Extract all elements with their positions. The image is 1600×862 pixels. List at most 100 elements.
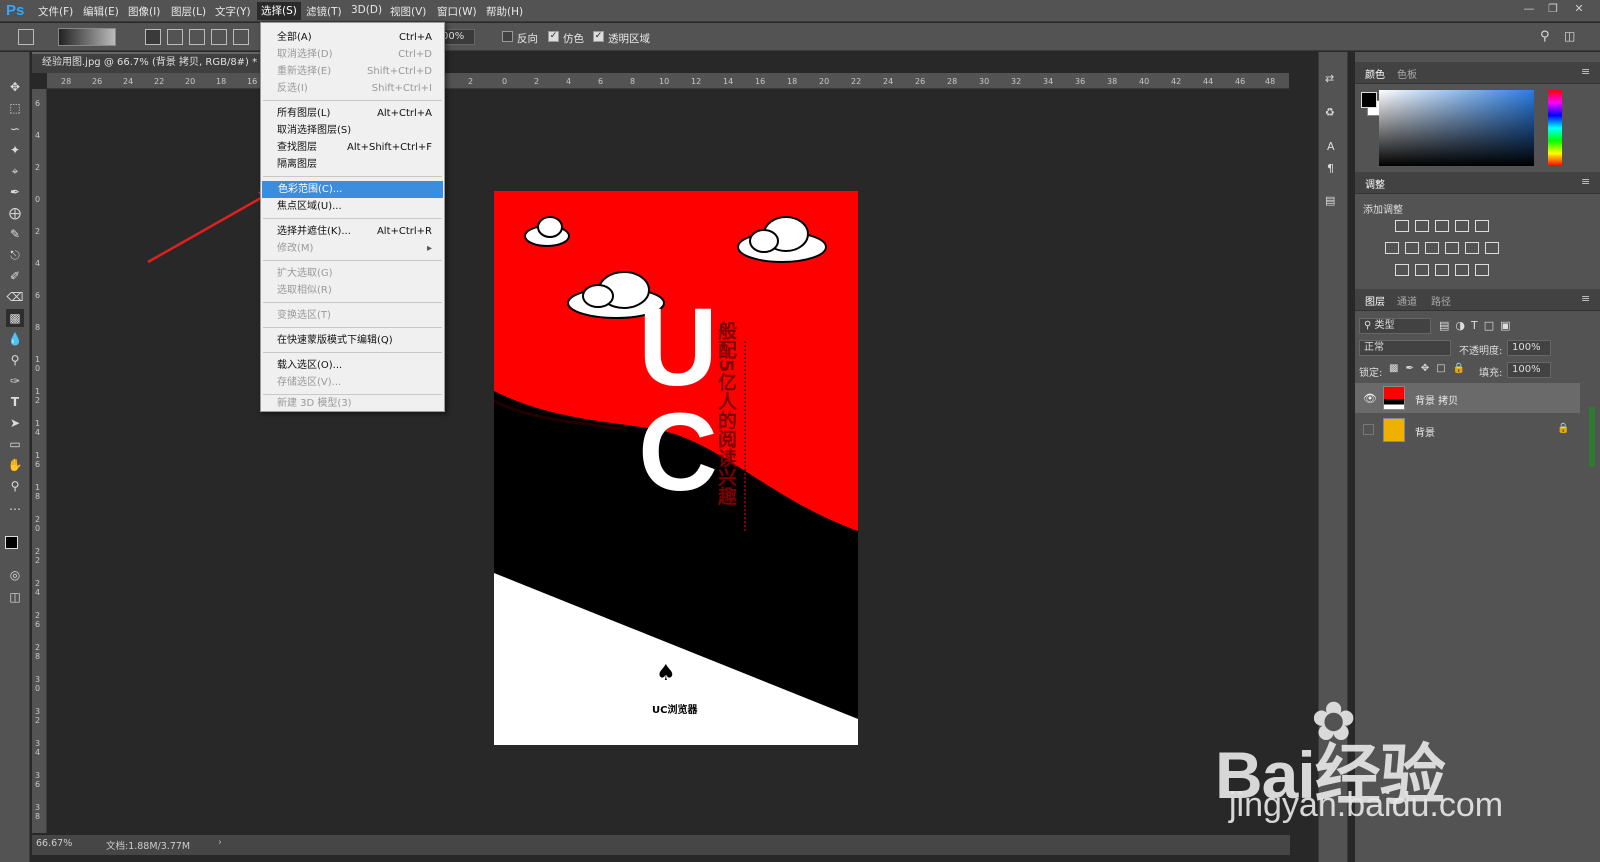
type-tool-icon[interactable]: T [6,393,24,411]
character-icon[interactable]: A [1327,140,1335,153]
blur-tool-icon[interactable]: 💧 [6,330,24,348]
selective-color-icon[interactable] [1455,264,1469,276]
restore-icon[interactable]: ❐ [1544,2,1562,18]
document-tab[interactable]: 经验用图.jpg @ 66.7% (背景 拷贝, RGB/8#) * × [32,52,275,73]
menu-filter[interactable]: 滤镜(T) [306,4,342,19]
menu-help[interactable]: 帮助(H) [486,4,523,19]
menu-item-transform-selection[interactable]: 变换选区(T) [261,307,444,324]
tab-paths[interactable]: 路径 [1431,293,1451,308]
menu-item-modify[interactable]: 修改(M) ▸ [261,240,444,257]
threshold-icon[interactable] [1435,264,1449,276]
gradient-map-icon[interactable] [1475,264,1489,276]
menu-item-select-and-mask[interactable]: 选择并遮住(K)... Alt+Ctrl+R [261,223,444,240]
menu-select[interactable]: 选择(S) [257,2,301,20]
brightness-icon[interactable] [1395,220,1409,232]
menu-item-save-selection[interactable]: 存储选区(V)... [261,374,444,391]
tab-swatches[interactable]: 色板 [1397,66,1417,81]
properties-icon[interactable]: ♻ [1325,106,1335,119]
photo-filter-icon[interactable] [1445,242,1459,254]
tab-layers[interactable]: 图层 [1365,293,1385,308]
gradient-picker[interactable] [58,28,116,46]
menu-item-quick-mask[interactable]: 在快速蒙版模式下编辑(Q) [261,332,444,349]
menu-layer[interactable]: 图层(L) [171,4,206,19]
menu-3d[interactable]: 3D(D) [351,4,382,16]
levels-icon[interactable] [1415,220,1429,232]
posterize-icon[interactable] [1415,264,1429,276]
menu-window[interactable]: 窗口(W) [437,4,477,19]
screen-mode-icon[interactable]: ◫ [6,588,24,606]
workspace-icon[interactable]: ◫ [1564,29,1575,43]
channel-mixer-icon[interactable] [1465,242,1479,254]
menu-item-all-layers[interactable]: 所有图层(L) Alt+Ctrl+A [261,105,444,122]
transparency-checkbox[interactable]: ✓ [593,31,604,42]
reflected-gradient-icon[interactable] [211,29,227,45]
tab-color[interactable]: 颜色 [1365,66,1385,81]
opacity-input[interactable]: 100% [1507,340,1551,356]
gradient-tool-icon[interactable]: ▩ [6,309,24,327]
path-selection-icon[interactable]: ➤ [6,414,24,432]
menu-item-load-selection[interactable]: 载入选区(O)... [261,357,444,374]
search-icon[interactable]: ⚲ [1540,29,1550,44]
panel-menu-icon[interactable]: ≡ [1581,175,1590,188]
menu-image[interactable]: 图像(I) [128,4,160,19]
menu-item-deselect-layers[interactable]: 取消选择图层(S) [261,122,444,139]
eye-icon[interactable]: 👁 [1363,392,1377,405]
pen-tool-icon[interactable]: ✑ [6,372,24,390]
menu-item-isolate-layers[interactable]: 隔离图层 [261,156,444,173]
magic-wand-icon[interactable]: ✦ [6,141,24,159]
lock-icons[interactable]: ▩✒✥□🔒 [1389,363,1472,374]
angle-gradient-icon[interactable] [189,29,205,45]
layer-row[interactable]: 背景 🔒 [1355,415,1580,445]
visibility-toggle[interactable] [1363,424,1374,435]
eraser-tool-icon[interactable]: ⌫ [6,288,24,306]
tab-adjustments[interactable]: 调整 [1365,176,1385,191]
color-lookup-icon[interactable] [1485,242,1499,254]
tab-channels[interactable]: 通道 [1397,293,1417,308]
chevron-right-icon[interactable]: › [218,837,222,848]
menu-item-reselect[interactable]: 重新选择(E) Shift+Ctrl+D [261,63,444,80]
menu-edit[interactable]: 编辑(E) [83,4,119,19]
foreground-color-swatch[interactable] [5,536,18,549]
document-canvas[interactable]: UC 般配5亿人的阅读兴趣 ♠ UC浏览器 [494,191,858,745]
foreground-color-swatch[interactable] [1361,92,1377,108]
menu-item-grow[interactable]: 扩大选取(G) [261,265,444,282]
tool-preset-icon[interactable] [18,29,34,45]
exposure-icon[interactable] [1455,220,1469,232]
invert-icon[interactable] [1395,264,1409,276]
menu-item-find-layers[interactable]: 查找图层 Alt+Shift+Ctrl+F [261,139,444,156]
fill-input[interactable]: 100% [1507,362,1551,378]
dodge-tool-icon[interactable]: ⚲ [6,351,24,369]
vibrance-icon[interactable] [1475,220,1489,232]
linear-gradient-icon[interactable] [145,29,161,45]
layer-filter-select[interactable]: ⚲ 类型 [1359,318,1431,334]
black-white-icon[interactable] [1425,242,1439,254]
history-brush-icon[interactable]: ✐ [6,267,24,285]
close-icon[interactable]: ✕ [1570,2,1588,18]
eyedropper-icon[interactable]: ✒ [6,183,24,201]
stamp-tool-icon[interactable]: ⎋ [6,246,24,264]
curves-icon[interactable] [1435,220,1449,232]
radial-gradient-icon[interactable] [167,29,183,45]
crop-tool-icon[interactable]: ⌖ [6,162,24,180]
blend-mode-select[interactable]: 正常 [1359,340,1451,356]
lasso-tool-icon[interactable]: ∽ [6,120,24,138]
history-icon[interactable]: ⇄ [1325,72,1334,85]
hand-tool-icon[interactable]: ✋ [6,456,24,474]
dither-checkbox[interactable]: ✓ [548,31,559,42]
healing-brush-icon[interactable]: ⨁ [6,204,24,222]
more-tools-icon[interactable]: ⋯ [6,500,24,518]
minimize-icon[interactable]: — [1520,2,1538,18]
menu-view[interactable]: 视图(V) [390,4,426,19]
reverse-checkbox[interactable] [502,31,513,42]
status-zoom[interactable]: 66.67% [36,838,72,849]
menu-item-new-3d-model[interactable]: 新建 3D 模型(3) [261,395,444,412]
marquee-tool-icon[interactable]: ⬚ [6,99,24,117]
zoom-tool-icon[interactable]: ⚲ [6,477,24,495]
paragraph-icon[interactable]: ¶ [1327,162,1334,175]
hue-saturation-icon[interactable] [1385,242,1399,254]
libraries-icon[interactable]: ▤ [1325,194,1335,207]
shape-tool-icon[interactable]: ▭ [6,435,24,453]
menu-file[interactable]: 文件(F) [38,4,73,19]
layer-filter-icons[interactable]: ▤◑T□▣ [1439,319,1517,332]
menu-item-deselect[interactable]: 取消选择(D) Ctrl+D [261,46,444,63]
